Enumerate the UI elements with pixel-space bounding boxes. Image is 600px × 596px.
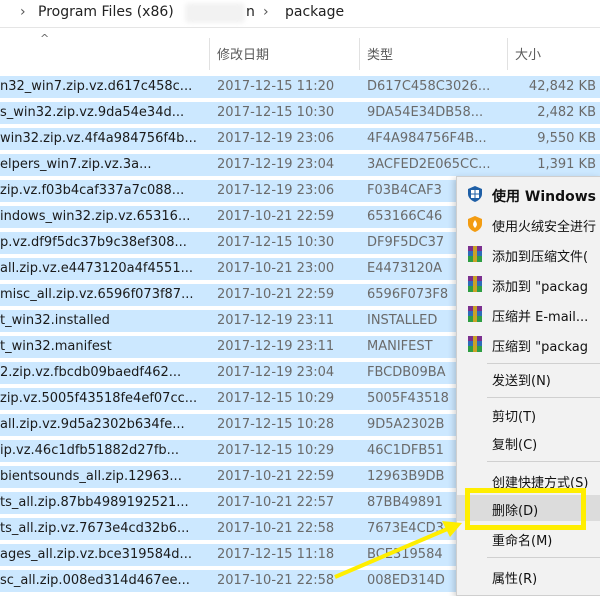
huorong-shield-icon [468,216,482,232]
file-name: all.zip.vz.9d5a2302b634fe... [0,417,185,432]
file-type: 9DA54E34DB58... [367,105,484,120]
breadcrumb-package[interactable]: package [285,4,344,20]
file-name: 2.zip.vz.fbcdb09baedf462... [0,365,182,380]
file-name: indows_win32.zip.vz.65316... [0,209,191,224]
file-date: 2017-10-21 22:57 [217,495,335,510]
file-date: 2017-10-21 22:58 [217,521,335,536]
column-divider[interactable] [209,38,210,70]
file-name: misc_all.zip.vz.6596f073f87... [0,287,194,302]
file-name: s_win32.zip.vz.9da54e34d... [0,105,185,120]
file-name: t_win32.manifest [0,339,112,354]
file-name: zip.vz.f03b4caf337a7c088... [0,183,185,198]
file-size: 1,391 KB [537,157,596,172]
menu-item-properties[interactable]: 属性(R) [457,563,600,589]
file-date: 2017-12-15 10:30 [217,235,335,250]
file-date: 2017-12-15 10:30 [217,105,335,120]
file-name: zip.vz.5005f43518fe4ef07cc... [0,391,198,406]
blurred-breadcrumb [185,3,245,23]
winrar-icon [468,336,482,352]
file-date: 2017-12-19 23:04 [217,157,335,172]
file-date: 2017-10-21 22:58 [217,573,335,588]
winrar-icon [468,276,482,292]
annotation-highlight-box [465,488,586,530]
breadcrumb-separator: › [20,4,26,20]
menu-item-compress-to-package[interactable]: 压缩到 "packag [457,331,600,357]
file-name: ip.vz.46c1dfb51882d27fb... [0,443,180,458]
file-row[interactable]: n32_win7.zip.vz.d617c458c... 2017-12-15 1… [0,75,600,99]
file-row[interactable]: s_win32.zip.vz.9da54e34d... 2017-12-15 10… [0,101,600,125]
file-name: bientsounds_all.zip.12963... [0,469,182,484]
file-type: D617C458C3026... [367,79,491,94]
breadcrumb-separator: › [263,4,269,20]
context-menu[interactable]: 使用 Windows 使用火绒安全进行 添加到压缩文件( 添加到 "packag… [456,176,600,596]
file-name: t_win32.installed [0,313,110,328]
breadcrumb-partial[interactable]: n [246,4,255,20]
file-row[interactable]: win32.zip.vz.4f4a984756f4b... 2017-12-19 … [0,127,600,151]
file-date: 2017-10-21 23:00 [217,261,335,276]
menu-separator [487,557,600,558]
menu-item-scan-huorong[interactable]: 使用火绒安全进行 [457,211,600,237]
file-date: 2017-12-19 23:06 [217,183,335,198]
menu-item-cut[interactable]: 剪切(T) [457,401,600,427]
column-divider[interactable] [507,38,508,70]
file-date: 2017-10-21 22:59 [217,209,335,224]
menu-item-add-to-archive[interactable]: 添加到压缩文件( [457,241,600,267]
file-name: n32_win7.zip.vz.d617c458c... [0,79,193,94]
column-type[interactable]: 类型 [367,44,393,63]
file-type: 4F4A984756F4B... [367,131,487,146]
file-name: win32.zip.vz.4f4a984756f4b... [0,131,197,146]
file-date: 2017-12-15 11:20 [217,79,335,94]
column-size[interactable]: 大小 [515,44,541,63]
file-date: 2017-10-21 22:59 [217,287,335,302]
file-date: 2017-12-19 23:11 [217,313,335,328]
file-size: 42,842 KB [528,79,596,94]
file-date: 2017-10-21 22:59 [217,469,335,484]
file-type: 3ACFED2E065CC... [367,157,491,172]
file-date: 2017-12-15 10:29 [217,391,335,406]
file-name: ts_all.zip.vz.7673e4cd32b6... [0,521,190,536]
annotation-arrow-icon [334,521,462,579]
windows-defender-icon [468,186,482,202]
sort-ascending-icon: ^ [40,32,50,45]
menu-separator [487,461,600,462]
file-date: 2017-12-19 23:11 [217,339,335,354]
menu-item-add-to-package-rar[interactable]: 添加到 "packag [457,271,600,297]
file-name: sc_all.zip.008ed314d467ee... [0,573,190,588]
file-row[interactable]: elpers_win7.zip.vz.3a... 2017-12-19 23:04… [0,153,600,177]
column-header: ^ 修改日期 类型 大小 [0,28,600,72]
file-date: 2017-12-19 23:06 [217,131,335,146]
menu-item-send-to[interactable]: 发送到(N) [457,365,600,391]
file-name: ts_all.zip.87bb4989192521... [0,495,189,510]
menu-separator [487,363,600,364]
file-date: 2017-12-15 10:29 [217,443,335,458]
address-bar[interactable]: › Program Files (x86) n › package [0,0,600,28]
file-name: all.zip.vz.e4473120a4f4551... [0,261,193,276]
file-date: 2017-12-15 11:18 [217,547,335,562]
file-date: 2017-12-15 10:28 [217,417,335,432]
file-name: elpers_win7.zip.vz.3a... [0,157,152,172]
column-divider[interactable] [359,38,360,70]
winrar-icon [468,246,482,262]
column-date[interactable]: 修改日期 [217,44,269,63]
file-size: 2,482 KB [537,105,596,120]
file-size: 9,550 KB [537,131,596,146]
winrar-icon [468,306,482,322]
file-date: 2017-12-19 23:04 [217,365,335,380]
menu-item-compress-email[interactable]: 压缩并 E-mail... [457,301,600,327]
menu-item-scan-windows-defender[interactable]: 使用 Windows [457,181,600,207]
file-name: ages_all.zip.vz.bce319584d... [0,547,192,562]
breadcrumb-program-files[interactable]: Program Files (x86) [38,4,174,20]
menu-separator [487,397,600,398]
menu-item-copy[interactable]: 复制(C) [457,429,600,455]
file-name: p.vz.df9f5dc37b9c38ef308... [0,235,187,250]
